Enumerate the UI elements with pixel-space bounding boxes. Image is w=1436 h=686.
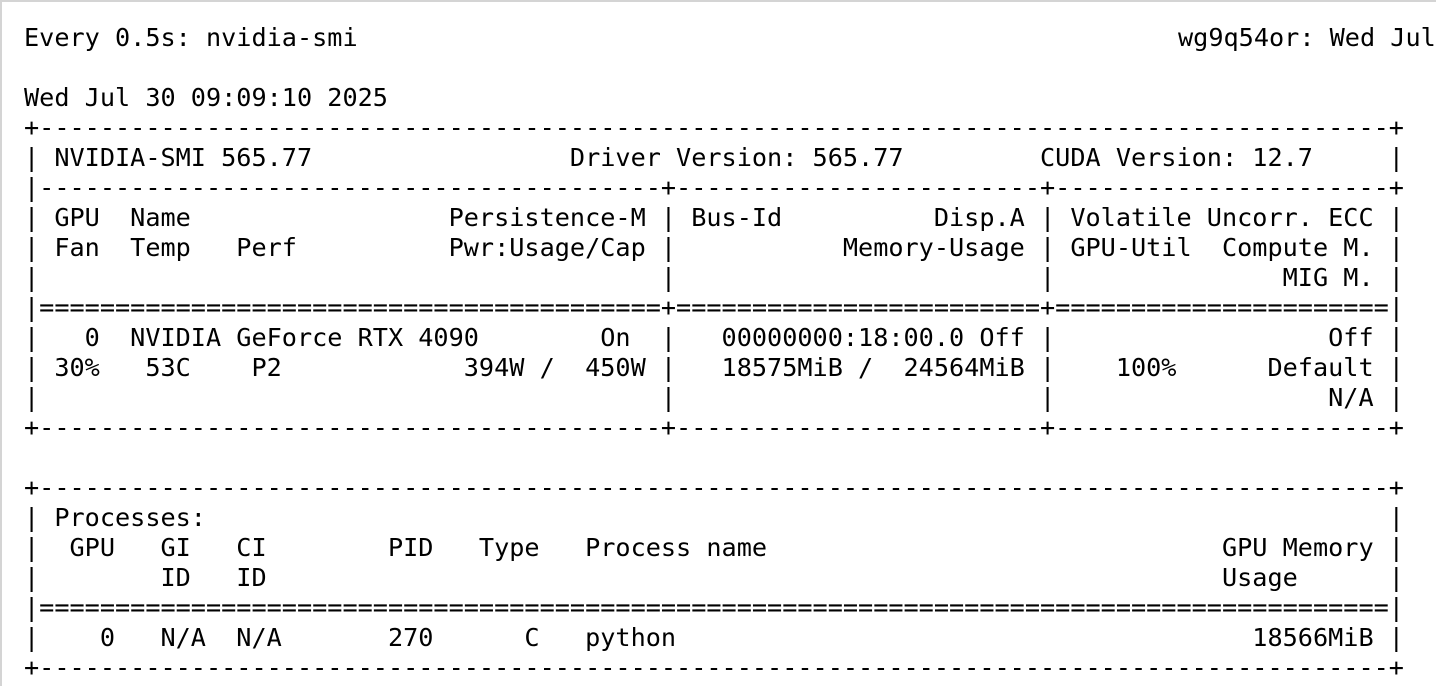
watch-command-line: Every 0.5s: nvidia-smi (24, 23, 358, 52)
processes-double-rule: |=======================================… (24, 593, 1404, 622)
process-row: | 0 N/A N/A 270 C python 18566MiB | (24, 623, 1404, 652)
timestamp-line: Wed Jul 30 09:09:10 2025 (24, 83, 388, 112)
table-border-top: +---------------------------------------… (24, 113, 1404, 142)
processes-border-top: +---------------------------------------… (24, 473, 1404, 502)
gpu-row-1: | 0 NVIDIA GeForce RTX 4090 On | 0000000… (24, 323, 1404, 352)
table-border-bottom: +---------------------------------------… (24, 413, 1404, 442)
gpu-header-row-1: | GPU Name Persistence-M | Bus-Id Disp.A… (24, 203, 1404, 232)
terminal-output: Every 0.5s: nvidia-smi Wed Jul 30 09:09:1… (24, 23, 1404, 683)
processes-border-bottom: +---------------------------------------… (24, 653, 1404, 682)
gpu-row-3: | | | N/A | (24, 383, 1404, 412)
processes-header-row-2: | ID ID Usage | (24, 563, 1404, 592)
smi-version-row: | NVIDIA-SMI 565.77 Driver Version: 565.… (24, 143, 1404, 172)
table-separator: |---------------------------------------… (24, 173, 1404, 202)
gpu-row-2: | 30% 53C P2 394W / 450W | 18575MiB / 24… (24, 353, 1404, 382)
header-double-rule: |=======================================… (24, 293, 1404, 322)
processes-header-row-1: | GPU GI CI PID Type Process name GPU Me… (24, 533, 1404, 562)
gpu-header-row-3: | | | MIG M. | (24, 263, 1404, 292)
processes-title-row: | Processes: | (24, 503, 1404, 532)
gpu-header-row-2: | Fan Temp Perf Pwr:Usage/Cap | Memory-U… (24, 233, 1404, 262)
